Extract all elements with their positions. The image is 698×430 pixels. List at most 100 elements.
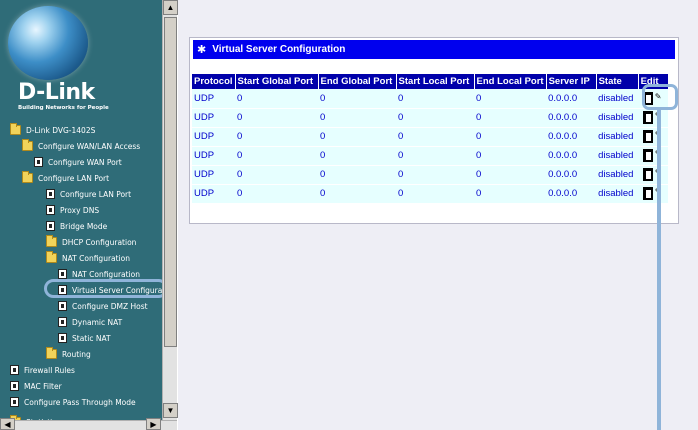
scroll-right-button[interactable]: ▶ (146, 418, 161, 430)
scroll-left-button[interactable]: ◀ (0, 418, 15, 430)
cell-server-ip: 0.0.0.0 (546, 184, 597, 204)
sidebar-item-label: Configure Pass Through Mode (24, 397, 136, 407)
logo-area: D-Link Building Networks for People (0, 0, 162, 120)
cell-state: disabled (596, 165, 639, 185)
table-row: UDP00000.0.0.0disabled✎ (192, 184, 669, 204)
sidebar-item-13[interactable]: Static NAT (58, 330, 111, 346)
sidebar-item-15[interactable]: Firewall Rules (10, 362, 75, 378)
selected-item-highlight (44, 279, 162, 298)
cell-end-local: 0 (474, 165, 547, 185)
cell-end-global: 0 (318, 184, 397, 204)
sidebar-item-label: Bridge Mode (60, 221, 108, 231)
column-header: Start Global Port (235, 74, 319, 89)
cell-start-global: 0 (235, 89, 319, 109)
cell-protocol: UDP (192, 184, 236, 204)
cell-start-global: 0 (235, 127, 319, 147)
page-icon (46, 221, 55, 231)
sidebar-item-label: Configure LAN Port (60, 189, 132, 199)
sidebar-item-1[interactable]: Configure WAN/LAN Access (22, 138, 140, 154)
folder-open-icon (22, 171, 33, 183)
sidebar-item-4[interactable]: Configure LAN Port (46, 186, 131, 202)
cell-end-local: 0 (474, 89, 547, 109)
sidebar-item-0[interactable]: D-Link DVG-1402S (10, 122, 95, 138)
virtual-server-table: Protocol Start Global Port End Global Port… (192, 74, 669, 204)
edit-highlight (642, 84, 678, 110)
page-icon (46, 189, 55, 199)
sidebar-item-17[interactable]: Configure Pass Through Mode (10, 394, 136, 410)
sidebar-item-label: NAT Configuration (62, 253, 130, 263)
sidebar-item-label: D-Link DVG-1402S (26, 125, 96, 135)
cell-end-global: 0 (318, 89, 397, 109)
globe-logo-icon (8, 6, 88, 80)
sidebar-item-label: Dynamic NAT (72, 317, 123, 327)
sidebar-item-label: NAT Configuration (72, 269, 140, 279)
column-header: End Local Port (474, 74, 547, 89)
cell-protocol: UDP (192, 89, 236, 109)
table-row: UDP00000.0.0.0disabled✎ (192, 165, 669, 185)
cell-end-local: 0 (474, 127, 547, 147)
table-header-row: Protocol Start Global Port End Global Port… (192, 74, 669, 89)
cell-start-local: 0 (396, 184, 475, 204)
horizontal-scrollbar[interactable]: ◀ ▶ (0, 418, 177, 430)
scrollbar-thumb[interactable] (164, 17, 177, 347)
sidebar-item-14[interactable]: Routing (46, 346, 91, 362)
cell-state: disabled (596, 184, 639, 204)
folder-open-icon (10, 123, 21, 135)
cell-protocol: UDP (192, 127, 236, 147)
cell-state: disabled (596, 89, 639, 109)
gear-icon: ✱ (197, 44, 207, 56)
sidebar-item-label: Firewall Rules (24, 365, 75, 375)
panel-title-bar: ✱ Virtual Server Configuration (193, 40, 675, 59)
cell-end-global: 0 (318, 108, 397, 128)
cell-edit: ✎ (638, 108, 669, 128)
column-header: Server IP (546, 74, 597, 89)
column-header: Protocol (192, 74, 236, 89)
sidebar-item-3[interactable]: Configure LAN Port (22, 170, 109, 186)
cell-protocol: UDP (192, 108, 236, 128)
table-row: UDP00000.0.0.0disabled✎ (192, 146, 669, 166)
cell-edit: ✎ (638, 127, 669, 147)
virtual-server-panel: ✱ Virtual Server Configuration Protocol S… (189, 37, 679, 224)
sidebar-item-label: DHCP Configuration (62, 237, 137, 247)
cell-end-global: 0 (318, 127, 397, 147)
sidebar-item-label: Routing (62, 349, 91, 359)
sidebar-item-6[interactable]: Bridge Mode (46, 218, 107, 234)
cell-start-global: 0 (235, 165, 319, 185)
folder-icon (46, 235, 57, 247)
cell-end-local: 0 (474, 146, 547, 166)
navigation-frame: D-Link Building Networks for People D-Li… (0, 0, 162, 430)
page-icon (10, 365, 19, 375)
scroll-up-button[interactable]: ▲ (163, 0, 178, 15)
cell-state: disabled (596, 127, 639, 147)
cell-end-local: 0 (474, 184, 547, 204)
sidebar-item-5[interactable]: Proxy DNS (46, 202, 99, 218)
cell-start-local: 0 (396, 146, 475, 166)
vertical-scrollbar[interactable]: ▲ ▼ (162, 0, 178, 420)
cell-server-ip: 0.0.0.0 (546, 146, 597, 166)
column-header: State (596, 74, 639, 89)
cell-edit: ✎ (638, 146, 669, 166)
cell-start-global: 0 (235, 184, 319, 204)
page-icon (58, 317, 67, 327)
cell-start-local: 0 (396, 127, 475, 147)
cell-start-local: 0 (396, 108, 475, 128)
column-header: End Global Port (318, 74, 397, 89)
sidebar-item-label: Configure LAN Port (38, 173, 110, 183)
sidebar-item-12[interactable]: Dynamic NAT (58, 314, 122, 330)
sidebar-item-16[interactable]: MAC Filter (10, 378, 62, 394)
table-row: UDP00000.0.0.0disabled✎ (192, 127, 669, 147)
cell-server-ip: 0.0.0.0 (546, 165, 597, 185)
cell-start-local: 0 (396, 89, 475, 109)
brand-logo: D-Link (18, 80, 95, 105)
page-icon (58, 301, 67, 311)
sidebar-item-11[interactable]: Configure DMZ Host (58, 298, 148, 314)
sidebar-item-2[interactable]: Configure WAN Port (34, 154, 122, 170)
sidebar-item-label: Static NAT (72, 333, 111, 343)
sidebar-item-label: Configure DMZ Host (72, 301, 148, 311)
sidebar-item-7[interactable]: DHCP Configuration (46, 234, 136, 250)
cell-server-ip: 0.0.0.0 (546, 89, 597, 109)
page-icon (10, 397, 19, 407)
scroll-down-button[interactable]: ▼ (163, 403, 178, 418)
folder-open-icon (46, 251, 57, 263)
sidebar-item-8[interactable]: NAT Configuration (46, 250, 130, 266)
